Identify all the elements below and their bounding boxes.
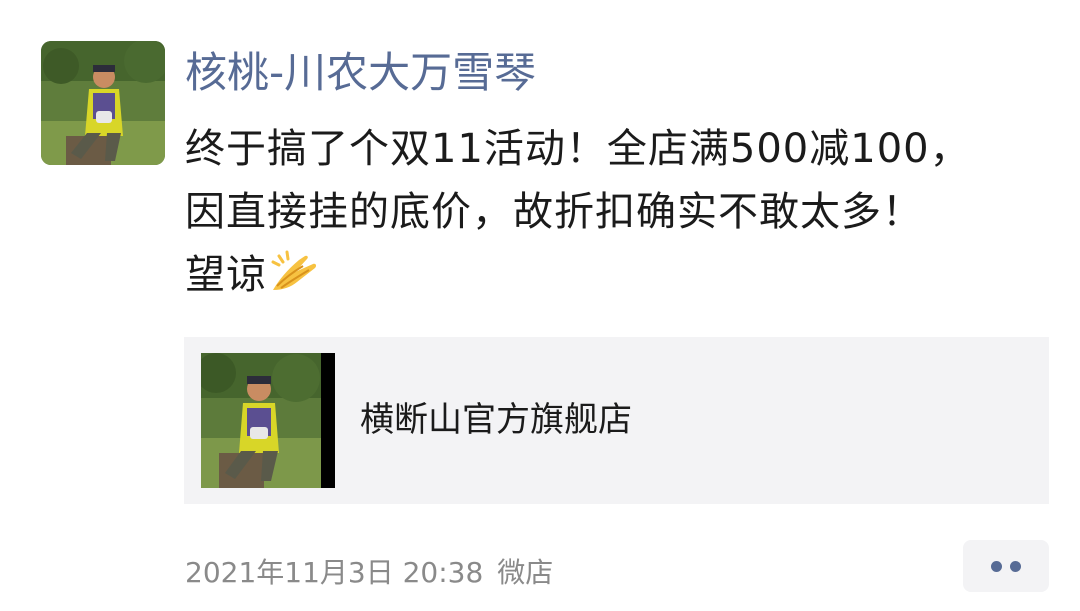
post-meta: 2021年11月3日 20:38 微店 (185, 552, 553, 594)
post-text-line-3-text: 望谅 (185, 252, 267, 298)
card-title: 横断山官方旗舰店 (360, 400, 632, 440)
post-text-line-3: 望谅 (185, 244, 1045, 313)
dot (991, 561, 1002, 572)
hands-pressed-together-icon (269, 250, 319, 313)
avatar[interactable] (41, 41, 165, 165)
post-timestamp: 2021年11月3日 20:38 (185, 556, 484, 589)
post-source[interactable]: 微店 (497, 556, 553, 589)
post-text: 终于搞了个双11活动！全店满500减100， 因直接挂的底价，故折扣确实不敢太多… (185, 118, 1045, 313)
share-card[interactable]: 横断山官方旗舰店 (184, 337, 1049, 504)
avatar-photo (41, 41, 165, 165)
post-text-line-1: 终于搞了个双11活动！全店满500减100， (185, 126, 971, 172)
post-text-line-2: 因直接挂的底价，故折扣确实不敢太多！ (185, 189, 923, 235)
card-thumbnail (201, 353, 335, 488)
author-name[interactable]: 核桃-川农大万雪琴 (185, 44, 536, 102)
dot (1010, 561, 1021, 572)
more-button[interactable] (963, 540, 1049, 592)
person-outdoors-photo (201, 353, 335, 488)
